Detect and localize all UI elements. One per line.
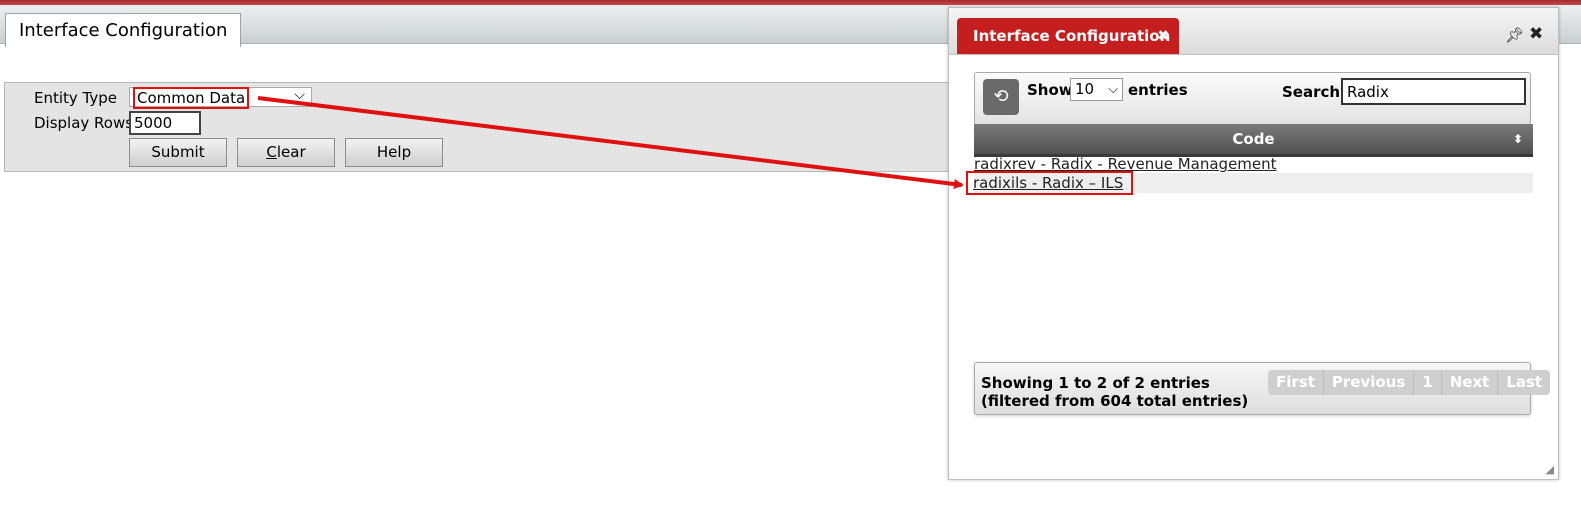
clear-button[interactable]: Clear bbox=[237, 138, 335, 167]
dialog-tab[interactable]: Interface Configuration ✖ bbox=[957, 18, 1179, 54]
lookup-dialog: Interface Configuration ✖ 📌︎ ✖ ⟲ Show 10… bbox=[948, 7, 1559, 480]
pin-icon[interactable]: 📌︎ bbox=[1505, 26, 1524, 44]
page-length-select[interactable]: 10 ⌵ bbox=[1070, 78, 1123, 101]
help-button[interactable]: Help bbox=[345, 138, 443, 167]
tab-close-icon[interactable]: ✖ bbox=[1157, 18, 1169, 54]
clear-label-rest: lear bbox=[276, 143, 306, 161]
close-icon[interactable]: ✖ bbox=[1529, 24, 1543, 44]
entity-type-value: Common Data bbox=[133, 87, 250, 109]
chevron-down-icon: ⌵ bbox=[1108, 82, 1118, 97]
entries-label: entries bbox=[1128, 81, 1188, 99]
column-header-label: Code bbox=[1232, 130, 1275, 148]
pager-page-1[interactable]: 1 bbox=[1414, 370, 1442, 395]
entity-type-select[interactable]: Common Data ⌵ bbox=[129, 87, 312, 109]
pager-first[interactable]: First bbox=[1268, 370, 1324, 395]
display-rows-input[interactable] bbox=[129, 111, 201, 135]
pager-next[interactable]: Next bbox=[1442, 370, 1499, 395]
clear-access-key: C bbox=[266, 143, 277, 161]
search-label: Search: bbox=[1282, 83, 1347, 101]
sort-icon[interactable]: ⬍ bbox=[1513, 124, 1523, 154]
search-input[interactable] bbox=[1341, 78, 1526, 105]
dialog-title: Interface Configuration bbox=[973, 27, 1171, 45]
table-row: radixils - Radix – ILS bbox=[966, 171, 1533, 195]
page-length-value: 10 bbox=[1075, 80, 1095, 98]
table-footer: Showing 1 to 2 of 2 entries (filtered fr… bbox=[974, 362, 1551, 415]
dialog-header: Interface Configuration ✖ 📌︎ ✖ bbox=[949, 8, 1558, 55]
pagination: First Previous 1 Next Last bbox=[1268, 370, 1551, 395]
pager-last[interactable]: Last bbox=[1498, 370, 1550, 395]
table-toolbar: ⟲ Show 10 ⌵ entries Search: bbox=[974, 72, 1531, 125]
page-title-tab[interactable]: Interface Configuration bbox=[5, 13, 242, 47]
resize-handle-icon[interactable]: ◢ bbox=[1546, 463, 1554, 476]
column-header-code[interactable]: Code ⬍ bbox=[974, 124, 1533, 157]
entity-type-label: Entity Type bbox=[34, 89, 118, 107]
pager-previous[interactable]: Previous bbox=[1324, 370, 1415, 395]
code-link[interactable]: radixils - Radix – ILS bbox=[966, 171, 1134, 195]
display-rows-label: Display Rows bbox=[34, 114, 134, 132]
submit-button[interactable]: Submit bbox=[129, 138, 227, 167]
table-info: Showing 1 to 2 of 2 entries (filtered fr… bbox=[981, 374, 1249, 410]
refresh-icon[interactable]: ⟲ bbox=[983, 79, 1019, 115]
chevron-down-icon: ⌵ bbox=[294, 87, 305, 103]
show-label: Show bbox=[1027, 81, 1073, 99]
